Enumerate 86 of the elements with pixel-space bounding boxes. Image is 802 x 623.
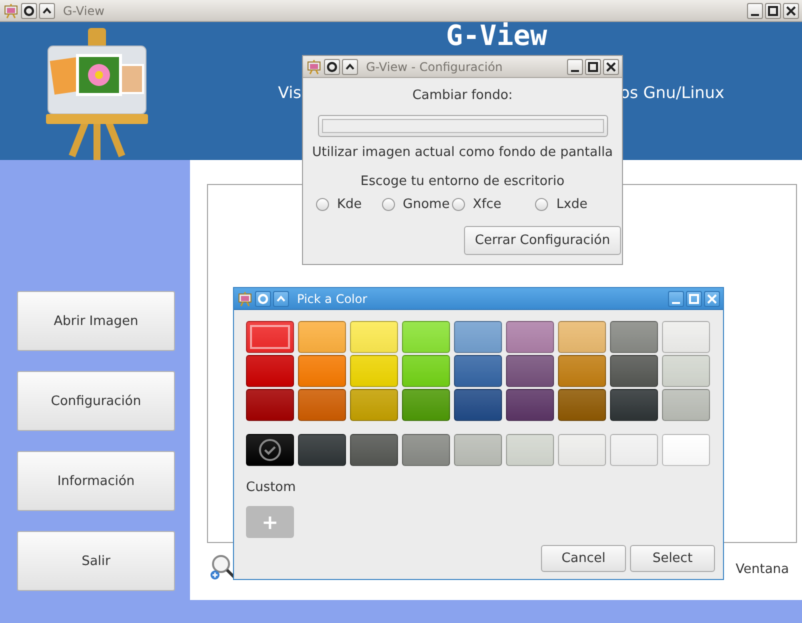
color-swatch[interactable] <box>558 321 606 353</box>
sidebar-button[interactable]: Abrir Imagen <box>17 291 175 351</box>
menu-button[interactable] <box>324 58 340 74</box>
radio-label: Gnome <box>402 197 450 212</box>
use-current-image-label: Utilizar imagen actual como fondo de pantalla <box>312 145 613 160</box>
menu-button[interactable] <box>21 2 37 18</box>
color-swatch[interactable] <box>506 434 554 466</box>
shade-button[interactable] <box>342 58 358 74</box>
close-icon <box>605 60 617 72</box>
color-swatch[interactable] <box>402 434 450 466</box>
easel-icon[interactable] <box>237 290 253 306</box>
check-icon <box>258 438 282 462</box>
image-path-field[interactable] <box>318 115 608 137</box>
subtitle-text: Vis <box>278 83 302 102</box>
window-title: Pick a Color <box>297 292 368 306</box>
color-swatch[interactable] <box>298 389 346 421</box>
maximize-button[interactable] <box>585 58 601 74</box>
color-swatch[interactable] <box>246 434 294 466</box>
close-icon <box>785 4 797 16</box>
color-swatch[interactable] <box>454 321 502 353</box>
radio-button[interactable] <box>535 198 548 211</box>
close-button[interactable] <box>783 2 799 18</box>
window-title: G-View <box>63 4 104 18</box>
close-config-button[interactable]: Cerrar Configuración <box>464 226 621 255</box>
color-swatch[interactable] <box>662 389 710 421</box>
color-swatch[interactable] <box>454 355 502 387</box>
color-swatch[interactable] <box>506 321 554 353</box>
color-swatch[interactable] <box>610 389 658 421</box>
color-swatch[interactable] <box>298 355 346 387</box>
color-swatch[interactable] <box>506 389 554 421</box>
minimize-icon <box>672 302 680 304</box>
maximize-icon <box>587 60 599 72</box>
radio-button[interactable] <box>316 198 329 211</box>
shade-button[interactable] <box>39 2 55 18</box>
minimize-icon <box>571 70 579 72</box>
color-swatch[interactable] <box>350 321 398 353</box>
color-swatch[interactable] <box>610 434 658 466</box>
color-swatch[interactable] <box>402 389 450 421</box>
radio-label: Lxde <box>556 197 588 212</box>
color-swatch[interactable] <box>506 355 554 387</box>
color-swatch[interactable] <box>558 389 606 421</box>
desktop-label: Escoge tu entorno de escritorio <box>360 174 564 189</box>
close-icon <box>706 292 718 304</box>
color-swatch[interactable] <box>558 434 606 466</box>
minimize-icon <box>751 14 759 16</box>
color-swatch[interactable] <box>662 321 710 353</box>
color-swatch[interactable] <box>454 389 502 421</box>
dialog-button[interactable]: Cancel <box>541 545 626 572</box>
radio-button[interactable] <box>452 198 465 211</box>
color-swatch[interactable] <box>350 434 398 466</box>
color-swatch[interactable] <box>246 355 294 387</box>
color-swatch[interactable] <box>298 321 346 353</box>
dialog-button[interactable]: Select <box>630 545 715 572</box>
color-swatch[interactable] <box>246 321 294 353</box>
maximize-button[interactable] <box>765 2 781 18</box>
minimize-button[interactable] <box>567 58 583 74</box>
close-button[interactable] <box>603 58 619 74</box>
sidebar-button[interactable]: Salir <box>17 531 175 591</box>
color-swatch[interactable] <box>662 434 710 466</box>
color-swatch[interactable] <box>558 355 606 387</box>
maximize-icon <box>688 292 700 304</box>
custom-label: Custom <box>246 480 297 495</box>
maximize-icon <box>767 4 779 16</box>
color-swatch[interactable] <box>246 389 294 421</box>
sidebar-button[interactable]: Configuración <box>17 371 175 431</box>
change-background-label: Cambiar fondo: <box>412 88 513 103</box>
window-label: Ventana <box>736 562 789 576</box>
radio-label: Kde <box>337 197 362 212</box>
minimize-button[interactable] <box>747 2 763 18</box>
ring-icon <box>257 292 269 304</box>
app-title: G-View <box>446 19 548 52</box>
ring-icon <box>23 4 35 16</box>
color-swatch[interactable] <box>350 355 398 387</box>
color-swatch[interactable] <box>402 321 450 353</box>
color-swatch[interactable] <box>610 321 658 353</box>
color-swatch[interactable] <box>402 355 450 387</box>
sidebar-button[interactable]: Información <box>17 451 175 511</box>
ring-icon <box>326 60 338 72</box>
radio-button[interactable] <box>382 198 395 211</box>
color-swatch[interactable] <box>662 355 710 387</box>
color-swatch[interactable] <box>298 434 346 466</box>
window-title: G-View - Configuración <box>366 60 503 74</box>
radio-label: Xfce <box>472 197 502 212</box>
color-swatch[interactable] <box>610 355 658 387</box>
color-swatch[interactable] <box>454 434 502 466</box>
color-swatch[interactable] <box>350 389 398 421</box>
